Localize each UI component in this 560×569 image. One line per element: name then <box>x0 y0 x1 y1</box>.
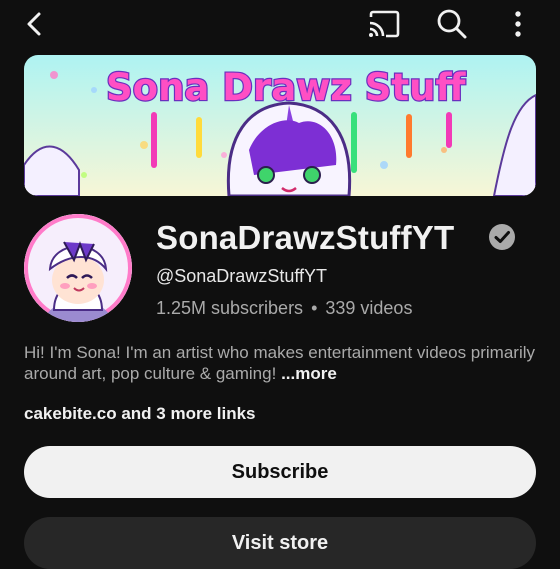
more-vert-icon[interactable] <box>500 6 536 42</box>
search-icon[interactable] <box>434 6 470 42</box>
channel-links[interactable]: cakebite.co and 3 more links <box>24 404 255 424</box>
back-arrow-icon[interactable] <box>16 6 52 42</box>
channel-description[interactable]: Hi! I'm Sona! I'm an artist who makes en… <box>24 342 539 384</box>
channel-handle: @SonaDrawzStuffYT <box>156 266 328 286</box>
channel-banner: Sona Drawz Stuff <box>24 55 536 196</box>
verified-badge-icon <box>487 222 517 252</box>
channel-avatar[interactable] <box>24 214 132 322</box>
stats-separator: • <box>311 298 318 318</box>
banner-title: Sona Drawz Stuff <box>106 66 466 109</box>
channel-name: SonaDrawzStuffYT <box>156 219 455 256</box>
subscriber-count: 1.25M subscribers <box>156 298 304 318</box>
visit-store-button[interactable]: Visit store <box>24 517 536 569</box>
channel-stats: 1.25M subscribers • 339 videos <box>156 298 412 319</box>
more-link[interactable]: ...more <box>281 364 337 383</box>
top-app-bar <box>0 0 560 48</box>
subscribe-button[interactable]: Subscribe <box>24 446 536 498</box>
cast-icon[interactable] <box>366 6 402 42</box>
video-count: 339 videos <box>325 298 413 318</box>
description-text: Hi! I'm Sona! I'm an artist who makes en… <box>24 343 536 383</box>
